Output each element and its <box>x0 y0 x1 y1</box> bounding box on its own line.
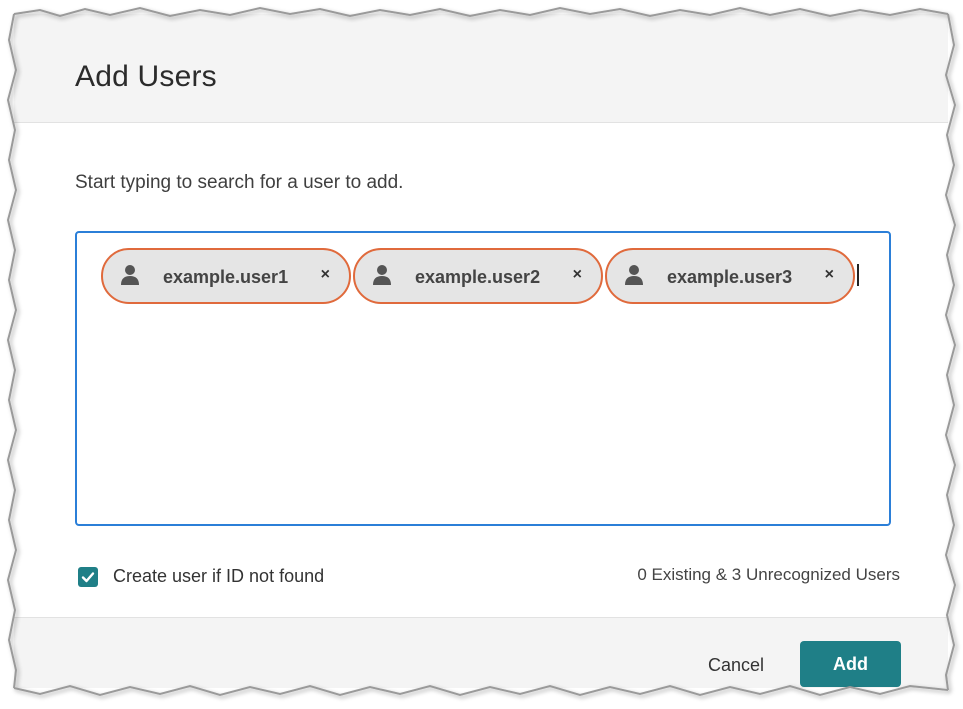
instruction-text: Start typing to search for a user to add… <box>75 172 404 193</box>
user-search-input[interactable]: example.user1 × example.user2 × example.… <box>75 231 891 526</box>
user-icon <box>625 265 643 285</box>
text-caret <box>857 264 859 286</box>
user-chip-label: example.user2 <box>415 267 541 287</box>
user-chip: example.user1 × <box>101 248 351 304</box>
user-icon <box>121 265 139 285</box>
cancel-button[interactable]: Cancel <box>708 655 764 676</box>
remove-chip-button[interactable]: × <box>321 266 330 284</box>
checkmark-icon <box>81 572 95 583</box>
add-button[interactable]: Add <box>800 641 901 687</box>
dialog-title: Add Users <box>75 60 217 93</box>
user-chip-label: example.user1 <box>163 267 289 287</box>
create-user-checkbox[interactable] <box>78 567 98 587</box>
user-icon <box>373 265 391 285</box>
dialog-header: Add Users <box>14 14 948 123</box>
user-chip-label: example.user3 <box>667 267 793 287</box>
remove-chip-button[interactable]: × <box>825 266 834 284</box>
create-user-label[interactable]: Create user if ID not found <box>113 566 324 587</box>
add-users-dialog: Add Users Start typing to search for a u… <box>14 14 948 688</box>
remove-chip-button[interactable]: × <box>573 266 582 284</box>
user-count-status: 0 Existing & 3 Unrecognized Users <box>637 565 900 584</box>
dialog-footer: Cancel Add <box>14 617 948 688</box>
user-chip: example.user3 × <box>605 248 855 304</box>
user-chip: example.user2 × <box>353 248 603 304</box>
